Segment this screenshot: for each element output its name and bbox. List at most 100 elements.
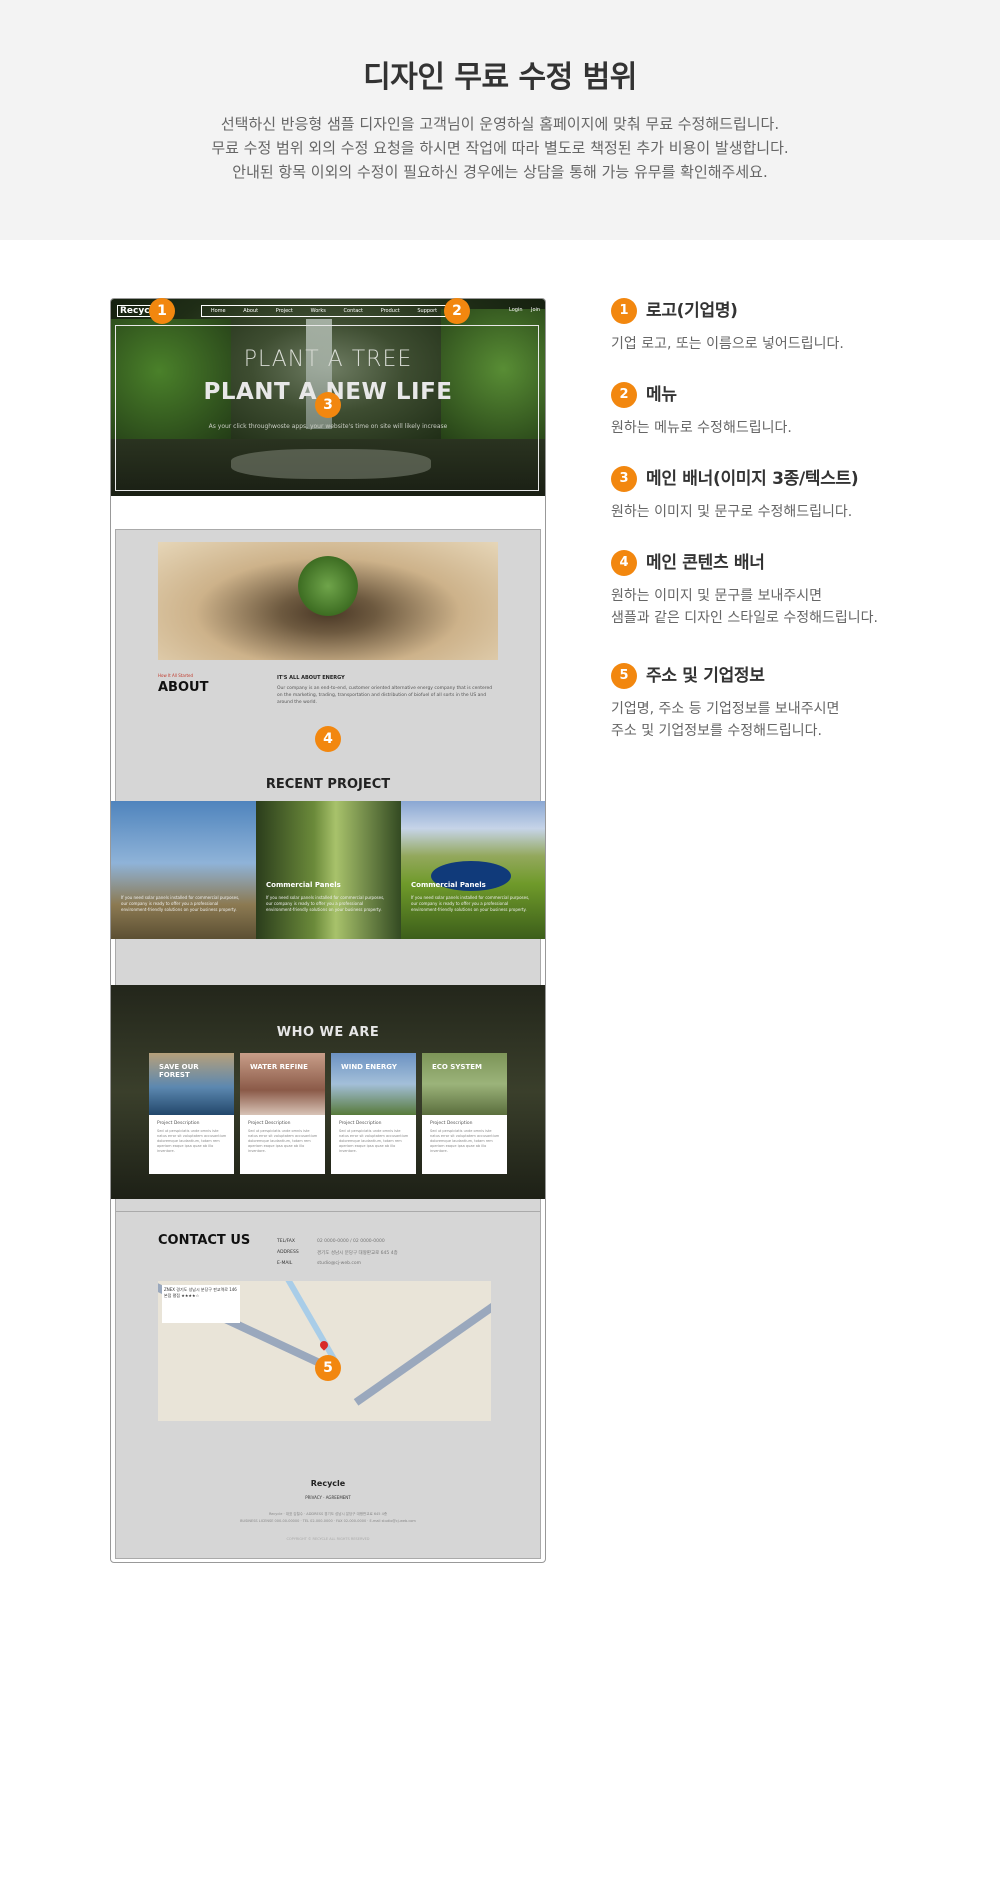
- header-line: 선택하신 반응형 샘플 디자인을 고객님이 운영하실 홈페이지에 맞춰 무료 수…: [220, 115, 780, 133]
- contact-label: ADDRESS: [277, 1250, 299, 1255]
- footer-brand: Recycle: [310, 1479, 346, 1488]
- desc-item-company-info: 5 주소 및 기업정보 기업명, 주소 등 기업정보를 보내주시면 주소 및 기…: [611, 663, 971, 742]
- desc-item-content-banner: 4 메인 콘텐츠 배너 원하는 이미지 및 문구를 보내주시면 샘플과 같은 디…: [611, 550, 971, 629]
- marker-1: 1: [149, 298, 175, 324]
- project-card[interactable]: If you need solar panels installed for c…: [111, 801, 256, 939]
- desc-title: 주소 및 기업정보: [646, 666, 765, 686]
- seedling: [298, 556, 358, 616]
- header-line: 무료 수정 범위 외의 수정 요청을 하시면 작업에 따라 별도로 책정된 추가…: [211, 139, 789, 157]
- desc-head: 3 메인 배너(이미지 3종/텍스트): [611, 466, 971, 493]
- nav-item[interactable]: Works: [311, 308, 326, 314]
- nav-item[interactable]: Home: [211, 308, 226, 314]
- who-title: WHO WE ARE: [276, 1025, 380, 1040]
- desc-number: 1: [611, 298, 637, 324]
- hero-subtext: As your click throughwoste apps, your we…: [208, 423, 448, 430]
- card-desc: Project Description: [157, 1121, 200, 1126]
- login-link[interactable]: Login: [509, 307, 523, 313]
- desc-title: 메인 배너(이미지 3종/텍스트): [646, 469, 859, 489]
- nav-item[interactable]: Product: [381, 308, 400, 314]
- desc-title: 로고(기업명): [646, 301, 738, 321]
- desc-line: 원하는 메뉴로 수정해드립니다.: [611, 420, 792, 436]
- who-card[interactable]: WIND ENERGY Project Description Sed ut p…: [331, 1053, 416, 1174]
- project-text: If you need solar panels installed for c…: [266, 895, 385, 912]
- desc-text: 기업 로고, 또는 이름으로 넣어드립니다.: [611, 333, 971, 355]
- desc-text: 원하는 메뉴로 수정해드립니다.: [611, 417, 971, 439]
- card-title: SAVE OUR FOREST: [159, 1063, 199, 1079]
- marker-4: 4: [315, 726, 341, 752]
- desc-line: 주소 및 기업정보를 수정해드립니다.: [611, 723, 822, 739]
- footer-info: Recycle · 대표 김철수 · ADDRESS 경기도 성남시 분당구 대…: [111, 1511, 545, 1525]
- desc-line: 샘플과 같은 디자인 스타일로 수정해드립니다.: [611, 610, 878, 626]
- who-we-are-section: WHO WE ARE SAVE OUR FOREST Project Descr…: [111, 985, 545, 1199]
- contact-label: E-MAIL: [277, 1261, 293, 1266]
- card-title: WIND ENERGY: [341, 1063, 397, 1071]
- project-title: Commercial Panels: [411, 881, 486, 889]
- card-desc: Project Description: [430, 1121, 473, 1126]
- desc-line: 원하는 이미지 및 문구로 수정해드립니다.: [611, 504, 853, 520]
- desc-number: 3: [611, 466, 637, 492]
- footer-copyright: COPYRIGHT © RECYCLE ALL RIGHTS RESERVED: [286, 1537, 370, 1541]
- contact-value: 02 0000-0000 / 02 0000-0000: [317, 1239, 385, 1244]
- project-title: Commercial Panels: [266, 881, 341, 889]
- header-line: 안내된 항목 이외의 수정이 필요하신 경우에는 상담을 통해 가능 유무를 확…: [232, 163, 768, 181]
- project-card[interactable]: Commercial Panels If you need solar pane…: [256, 801, 401, 939]
- preview-nav: Home About Project Works Contact Product…: [201, 305, 447, 317]
- desc-head: 5 주소 및 기업정보: [611, 663, 971, 690]
- footer-info-line: BUSINESS LICENSE 000-00-00000 · TEL 02-0…: [240, 1519, 416, 1523]
- who-card[interactable]: ECO SYSTEM Project Description Sed ut pe…: [422, 1053, 507, 1174]
- desc-head: 4 메인 콘텐츠 배너: [611, 550, 971, 577]
- card-text: Sed ut perspiciatis unde omnis iste natu…: [248, 1129, 318, 1153]
- card-text: Sed ut perspiciatis unde omnis iste natu…: [339, 1129, 409, 1153]
- desc-title: 메인 콘텐츠 배너: [646, 553, 765, 573]
- project-text: If you need solar panels installed for c…: [121, 895, 240, 912]
- desc-text: 원하는 이미지 및 문구로 수정해드립니다.: [611, 501, 971, 523]
- who-card[interactable]: WATER REFINE Project Description Sed ut …: [240, 1053, 325, 1174]
- hero-heading-1: PLANT A TREE: [243, 347, 413, 372]
- project-text: If you need solar panels installed for c…: [411, 895, 530, 912]
- nav-item[interactable]: About: [243, 308, 258, 314]
- desc-item-logo: 1 로고(기업명) 기업 로고, 또는 이름으로 넣어드립니다.: [611, 298, 971, 355]
- desc-head: 2 메뉴: [611, 382, 971, 409]
- about-image: [158, 542, 498, 660]
- card-title: WATER REFINE: [250, 1063, 308, 1071]
- card-text: Sed ut perspiciatis unde omnis iste natu…: [430, 1129, 500, 1153]
- about-text: Our company is an end-to-end, customer o…: [277, 686, 493, 705]
- contact-value: studio@cj-web.com: [317, 1261, 362, 1266]
- header-band: 디자인 무료 수정 범위 선택하신 반응형 샘플 디자인을 고객님이 운영하실 …: [0, 0, 1000, 240]
- card-desc: Project Description: [248, 1121, 291, 1126]
- marker-5: 5: [315, 1355, 341, 1381]
- project-card[interactable]: Commercial Panels If you need solar pane…: [401, 801, 545, 939]
- join-link[interactable]: Join: [531, 307, 540, 313]
- location-map[interactable]: ZNEX 경기도 성남시 분당구 판교역로 146 본점 평점 ★★★★☆: [158, 1281, 491, 1421]
- desc-item-menu: 2 메뉴 원하는 메뉴로 수정해드립니다.: [611, 382, 971, 439]
- marker-3: 3: [315, 392, 341, 418]
- desc-text: 원하는 이미지 및 문구를 보내주시면 샘플과 같은 디자인 스타일로 수정해드…: [611, 585, 971, 629]
- contact-value: 경기도 성남시 분당구 대왕판교로 645 4층: [317, 1251, 398, 1256]
- desc-number: 5: [611, 663, 637, 689]
- nav-item[interactable]: Support: [417, 308, 437, 314]
- nav-item[interactable]: Project: [276, 308, 293, 314]
- nav-item[interactable]: Contact: [344, 308, 363, 314]
- desc-text: 기업명, 주소 등 기업정보를 보내주시면 주소 및 기업정보를 수정해드립니다…: [611, 698, 971, 742]
- footer-links[interactable]: PRIVACY · AGREEMENT: [111, 1495, 545, 1500]
- desc-item-main-banner: 3 메인 배너(이미지 3종/텍스트) 원하는 이미지 및 문구로 수정해드립니…: [611, 466, 971, 523]
- footer-info-line: Recycle · 대표 김철수 · ADDRESS 경기도 성남시 분당구 대…: [268, 1512, 388, 1516]
- contact-label: TEL/FAX: [277, 1239, 295, 1244]
- marker-2: 2: [444, 298, 470, 324]
- desc-number: 4: [611, 550, 637, 576]
- card-desc: Project Description: [339, 1121, 382, 1126]
- header-description: 선택하신 반응형 샘플 디자인을 고객님이 운영하실 홈페이지에 맞춰 무료 수…: [0, 112, 1000, 184]
- desc-number: 2: [611, 382, 637, 408]
- desc-line: 기업명, 주소 등 기업정보를 보내주시면: [611, 701, 840, 717]
- desc-head: 1 로고(기업명): [611, 298, 971, 325]
- page-title: 디자인 무료 수정 범위: [363, 60, 637, 95]
- map-road: [353, 1284, 491, 1406]
- contact-title: CONTACT US: [158, 1233, 251, 1248]
- card-text: Sed ut perspiciatis unde omnis iste natu…: [157, 1129, 227, 1153]
- about-tag: How It All Started: [158, 673, 194, 678]
- who-card[interactable]: SAVE OUR FOREST Project Description Sed …: [149, 1053, 234, 1174]
- recent-project-title: RECENT PROJECT: [265, 777, 391, 792]
- desc-line: 원하는 이미지 및 문구를 보내주시면: [611, 588, 822, 604]
- map-infobox: ZNEX 경기도 성남시 분당구 판교역로 146 본점 평점 ★★★★☆: [162, 1285, 240, 1323]
- card-title: ECO SYSTEM: [432, 1063, 482, 1071]
